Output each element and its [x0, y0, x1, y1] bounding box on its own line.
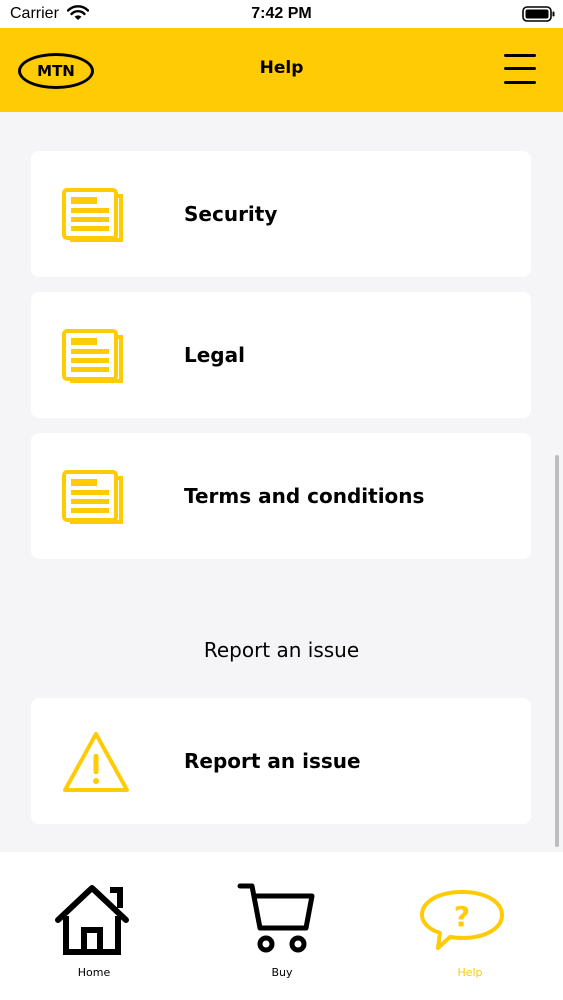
- menu-item-terms[interactable]: Terms and conditions: [31, 433, 531, 559]
- hamburger-icon: [504, 54, 536, 57]
- tab-home[interactable]: Home: [0, 852, 188, 1000]
- tab-label: Help: [457, 966, 483, 979]
- menu-item-security[interactable]: Security: [31, 151, 531, 277]
- document-icon: [62, 470, 123, 524]
- document-icon: [62, 329, 123, 383]
- status-time: 7:42 PM: [251, 5, 312, 22]
- report-issue-label: Report an issue: [184, 749, 361, 773]
- tab-label: Home: [77, 966, 111, 979]
- menu-item-label: Terms and conditions: [184, 484, 425, 508]
- home-icon: [55, 885, 129, 955]
- menu-item-legal[interactable]: Legal: [31, 292, 531, 418]
- tab-label: Buy: [271, 966, 293, 979]
- report-issue-button[interactable]: Report an issue: [31, 698, 531, 824]
- menu-item-label: Security: [184, 202, 278, 226]
- tab-buy[interactable]: Buy: [188, 852, 376, 1000]
- warning-icon: [63, 732, 129, 792]
- menu-button[interactable]: [502, 51, 538, 87]
- svg-text:?: ?: [454, 900, 470, 933]
- hamburger-line: [504, 81, 536, 84]
- scrollbar[interactable]: [555, 455, 559, 847]
- status-bar: Carrier 7:42 PM: [0, 0, 563, 28]
- tab-help[interactable]: ? Help: [376, 852, 563, 1000]
- app-header: MTN Help: [0, 28, 563, 112]
- menu-item-label: Legal: [184, 343, 245, 367]
- cart-icon: [237, 883, 315, 953]
- battery-icon: [522, 6, 555, 22]
- tab-bar: Home Buy ? Help: [0, 852, 563, 1000]
- hamburger-line: [504, 67, 536, 70]
- help-bubble-icon: ?: [420, 890, 504, 950]
- report-section-heading: Report an issue: [203, 638, 360, 662]
- document-icon: [62, 188, 123, 242]
- page-title: Help: [259, 58, 304, 78]
- help-content: Security Legal Terms and conditions Repo…: [0, 112, 563, 852]
